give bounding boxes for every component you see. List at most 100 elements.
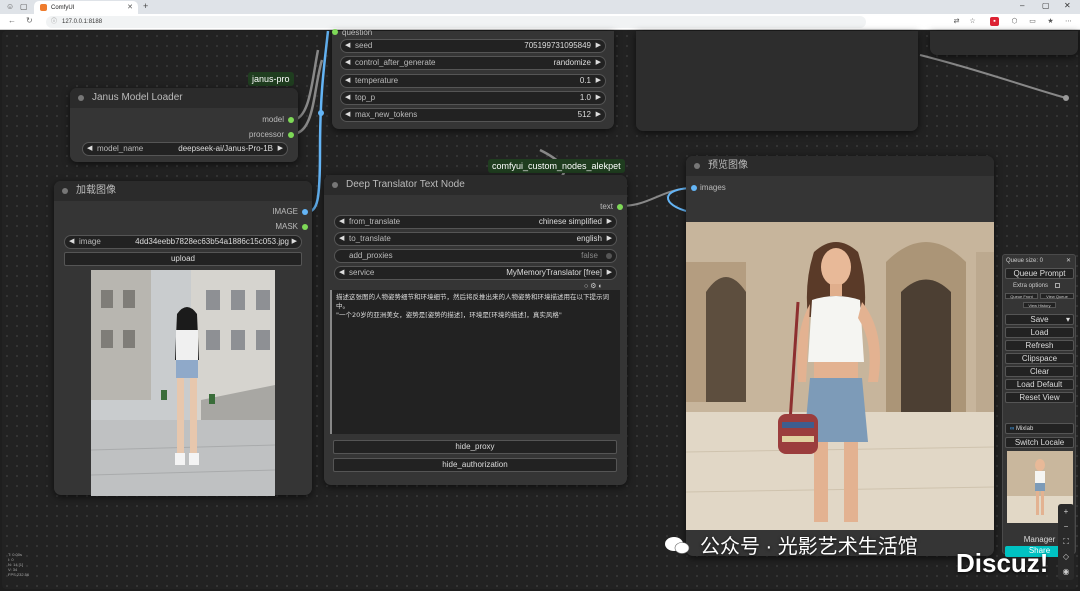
- widget-value: deepseek-ai/Janus-Pro-1B: [178, 144, 273, 153]
- hide-authorization-button[interactable]: hide_authorization: [333, 458, 617, 472]
- queue-prompt-button[interactable]: Queue Prompt: [1005, 268, 1074, 279]
- image-select-widget[interactable]: ◀ image 4dd34eebb7828ec63b54a1886c15c053…: [64, 235, 302, 249]
- node-top-right[interactable]: [930, 31, 1078, 55]
- decrease-icon[interactable]: ◀: [87, 143, 92, 155]
- widget-label: add_proxies: [349, 251, 393, 260]
- clipspace-button[interactable]: Clipspace: [1005, 353, 1074, 364]
- widget-value: MyMemoryTranslator [free]: [506, 268, 602, 277]
- menu-close-icon[interactable]: ✕: [1066, 257, 1071, 264]
- increase-icon[interactable]: ▶: [607, 216, 612, 228]
- toggle-knob-icon[interactable]: [606, 253, 612, 259]
- decrease-icon[interactable]: ◀: [339, 267, 344, 279]
- decrease-icon[interactable]: ◀: [345, 40, 350, 52]
- reroute-dot[interactable]: [318, 110, 324, 116]
- widget-label: control_after_generate: [355, 58, 436, 67]
- increase-icon[interactable]: ▶: [292, 236, 297, 248]
- view-queue-button[interactable]: View Queue: [1040, 293, 1074, 299]
- increase-icon[interactable]: ▶: [278, 143, 283, 155]
- zoom-in-icon[interactable]: +: [1058, 504, 1074, 519]
- decrease-icon[interactable]: ◀: [339, 216, 344, 228]
- temperature-widget[interactable]: ◀ temperature 0.1 ▶: [340, 74, 606, 88]
- processor-output-slot[interactable]: [288, 132, 294, 138]
- image-output-slot[interactable]: [302, 209, 308, 215]
- zoom-out-icon[interactable]: −: [1058, 519, 1074, 534]
- model-name-widget[interactable]: ◀ model_name deepseek-ai/Janus-Pro-1B ▶: [82, 142, 288, 156]
- add-proxies-toggle[interactable]: add_proxies false: [334, 249, 617, 263]
- widget-label: model_name: [97, 144, 144, 153]
- processor-output-label: processor: [248, 130, 284, 139]
- increase-icon[interactable]: ▶: [596, 57, 601, 69]
- increase-icon[interactable]: ▶: [596, 75, 601, 87]
- wechat-logo-icon: [664, 535, 690, 555]
- extra-options-checkbox[interactable]: [1055, 283, 1060, 288]
- fit-view-icon[interactable]: ⛶: [1058, 534, 1074, 549]
- view-history-button[interactable]: View History: [1023, 302, 1056, 308]
- load-button[interactable]: Load: [1005, 327, 1074, 338]
- increase-icon[interactable]: ▶: [607, 267, 612, 279]
- save-button[interactable]: Save ▾: [1005, 314, 1074, 325]
- refresh-button[interactable]: Refresh: [1005, 340, 1074, 351]
- question-slot-dot[interactable]: [332, 29, 338, 35]
- widget-value: 4dd34eebb7828ec63b54a1886c15c053.jpg: [135, 237, 289, 246]
- group-tag-translator[interactable]: comfyui_custom_nodes_alekpet: [488, 159, 625, 173]
- node-title[interactable]: Deep Translator Text Node: [324, 175, 627, 195]
- model-output-slot[interactable]: [288, 117, 294, 123]
- increase-icon[interactable]: ▶: [596, 40, 601, 52]
- increase-icon[interactable]: ▶: [596, 92, 601, 104]
- clear-button[interactable]: Clear: [1005, 366, 1074, 377]
- chevron-down-icon[interactable]: ▾: [1066, 315, 1070, 325]
- prompt-text-line: 描述这张图的人物姿势细节和环境细节，然后将反推出来的人物姿势和环境描述用在以下提…: [336, 293, 609, 310]
- settings-icon[interactable]: ⚙: [590, 283, 596, 290]
- to-translate-widget[interactable]: ◀ to_translate english ▶: [334, 232, 617, 246]
- increase-icon[interactable]: ▶: [596, 109, 601, 121]
- save-label: Save: [1030, 315, 1049, 324]
- discuz-watermark: Discuz!: [956, 548, 1049, 578]
- extra-options-label: Extra options: [1013, 283, 1049, 289]
- text-output-label: text: [600, 202, 613, 211]
- circle-icon[interactable]: ○: [584, 283, 588, 290]
- load-default-button[interactable]: Load Default: [1005, 379, 1074, 390]
- decrease-icon[interactable]: ◀: [345, 57, 350, 69]
- mixlab-label: Mixlab: [1015, 426, 1034, 432]
- control-after-generate-widget[interactable]: ◀ control_after_generate randomize ▶: [340, 56, 606, 70]
- decrease-icon[interactable]: ◀: [69, 236, 74, 248]
- widget-label: to_translate: [349, 234, 391, 243]
- from-translate-widget[interactable]: ◀ from_translate chinese simplified ▶: [334, 215, 617, 229]
- widget-value: chinese simplified: [538, 217, 602, 226]
- image-output-label: IMAGE: [272, 207, 298, 216]
- top-p-widget[interactable]: ◀ top_p 1.0 ▶: [340, 91, 606, 105]
- service-widget[interactable]: ◀ service MyMemoryTranslator [free] ▶: [334, 266, 617, 280]
- prompt-text-line: "一个20岁的亚洲美女，姿势是[姿势的描述]，环境是[环境的描述]，真实风格": [336, 311, 562, 319]
- preview-node-top[interactable]: [636, 31, 918, 131]
- decrease-icon[interactable]: ◀: [345, 75, 350, 87]
- widget-label: seed: [355, 41, 373, 50]
- hide-proxy-button[interactable]: hide_proxy: [333, 440, 617, 454]
- max-new-tokens-widget[interactable]: ◀ max_new_tokens 512 ▶: [340, 108, 606, 122]
- lock-icon[interactable]: ◇: [1058, 549, 1074, 564]
- widget-label: max_new_tokens: [355, 110, 418, 119]
- link-text: [619, 187, 691, 207]
- decrease-icon[interactable]: ◀: [345, 92, 350, 104]
- queue-front-button[interactable]: Queue Front: [1005, 293, 1038, 299]
- reroute-dot-right[interactable]: [1063, 95, 1069, 101]
- images-input-slot[interactable]: [691, 185, 697, 191]
- hide-links-icon[interactable]: ◉: [1058, 564, 1074, 579]
- upload-button[interactable]: upload: [64, 252, 302, 266]
- prompt-textarea[interactable]: 描述这张图的人物姿势细节和环境细节，然后将反推出来的人物姿势和环境描述用在以下提…: [330, 290, 620, 434]
- node-title[interactable]: 预览图像: [686, 156, 994, 176]
- reset-view-button[interactable]: Reset View: [1005, 392, 1074, 403]
- text-output-slot[interactable]: [617, 204, 623, 210]
- widget-label: from_translate: [349, 217, 401, 226]
- node-title[interactable]: Janus Model Loader: [70, 88, 298, 108]
- mask-output-slot[interactable]: [302, 224, 308, 230]
- group-tag-janus[interactable]: janus-pro: [248, 72, 294, 86]
- seed-widget[interactable]: ◀ seed 705199731095849 ▶: [340, 39, 606, 53]
- widget-label: top_p: [355, 93, 376, 102]
- switch-locale-button[interactable]: Switch Locale: [1005, 437, 1074, 448]
- decrease-icon[interactable]: ◀: [345, 109, 350, 121]
- node-title[interactable]: 加载图像: [54, 181, 312, 201]
- decrease-icon[interactable]: ◀: [339, 233, 344, 245]
- mic-icon[interactable]: ◐: [598, 283, 602, 290]
- increase-icon[interactable]: ▶: [607, 233, 612, 245]
- mixlab-button[interactable]: ∞ Mixlab: [1005, 423, 1074, 434]
